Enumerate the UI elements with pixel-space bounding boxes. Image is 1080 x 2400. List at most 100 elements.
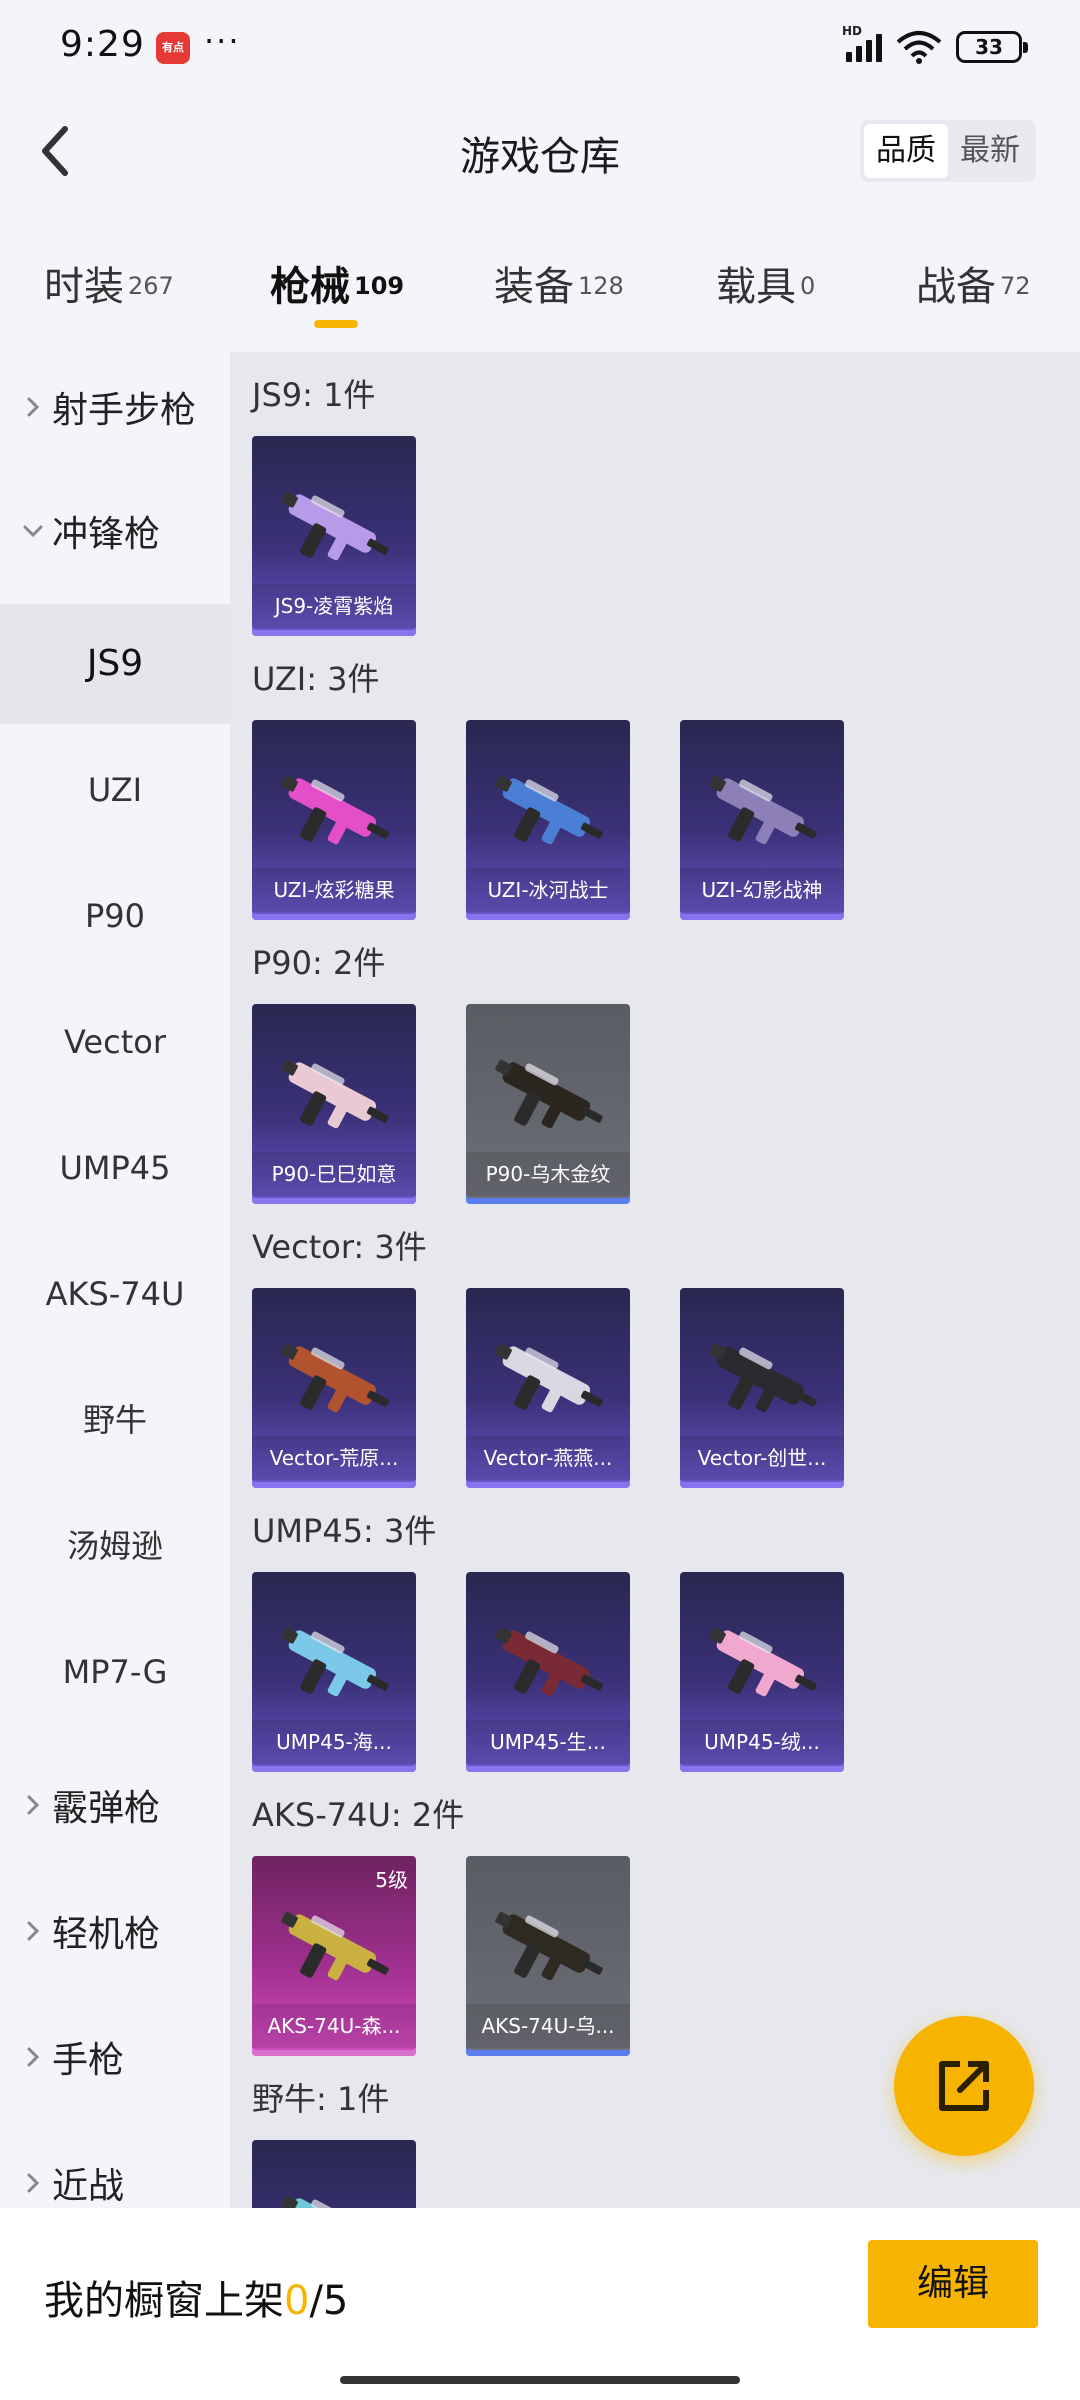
weapon-skin-icon [281, 2195, 377, 2208]
tab-label: 时装 [44, 264, 124, 310]
tab-label: 战备 [916, 264, 996, 310]
item-card[interactable]: 5级 AKS-74U-森... [252, 1856, 416, 2056]
tab-count: 128 [578, 271, 624, 300]
sidebar-item-mp7g[interactable]: MP7-G [0, 1612, 230, 1732]
sidebar-group-marksman-rifle[interactable]: 射手步枪 [0, 352, 230, 462]
tab-firearms[interactable]: 枪械 109 [270, 254, 404, 312]
item-card[interactable]: Vector-创世... [680, 1288, 844, 1488]
level-badge: 5级 [375, 1868, 408, 1892]
item-card[interactable]: UZI-炫彩糖果 [252, 720, 416, 920]
item-card[interactable]: Vector-荒原... [252, 1288, 416, 1488]
tab-equipment[interactable]: 装备 128 [494, 254, 624, 312]
sidebar-group-shotgun[interactable]: 霰弹枪 [0, 1750, 230, 1860]
section-title: Vector: 3件 [252, 1228, 427, 1266]
sidebar-item-uzi[interactable]: UZI [0, 730, 230, 850]
tab-fashion[interactable]: 时装 267 [44, 254, 174, 312]
sidebar-group-label: 冲锋枪 [52, 514, 161, 555]
item-name: Vector-燕燕... [466, 1436, 630, 1480]
sidebar-item-aks74u[interactable]: AKS-74U [0, 1234, 230, 1354]
tab-count: 267 [128, 271, 174, 300]
weapon-skin-icon [495, 775, 603, 845]
sort-by-quality-button[interactable]: 品质 [864, 124, 948, 178]
item-card[interactable]: AKS-74U-乌... [466, 1856, 630, 2056]
sidebar-group-label: 霰弹枪 [52, 1788, 161, 1829]
tab-count: 109 [354, 271, 405, 300]
item-card[interactable]: UMP45-生... [466, 1572, 630, 1772]
item-card[interactable]: UZI-冰河战士 [466, 720, 630, 920]
share-button[interactable] [894, 2016, 1034, 2156]
item-name: UZI-炫彩糖果 [252, 868, 416, 912]
tab-count: 0 [800, 271, 816, 300]
home-indicator[interactable] [340, 2376, 740, 2384]
weapon-skin-icon [495, 1343, 603, 1413]
sidebar-item-thompson[interactable]: 汤姆逊 [0, 1486, 230, 1606]
item-card[interactable]: UZI-幻影战神 [680, 720, 844, 920]
sort-by-newest-button[interactable]: 最新 [948, 124, 1032, 178]
item-name: UZI-冰河战士 [466, 868, 630, 912]
item-card[interactable]: P90-巳巳如意 [252, 1004, 416, 1204]
share-icon [939, 2061, 989, 2111]
item-name: AKS-74U-森... [252, 2004, 416, 2048]
item-card[interactable] [252, 2140, 416, 2208]
item-name: UMP45-生... [466, 1720, 630, 1764]
weapon-skin-icon [709, 1627, 817, 1697]
cellular-signal-icon: HD [842, 24, 882, 62]
weapon-skin-icon [281, 1343, 389, 1413]
active-tab-indicator [314, 320, 358, 328]
item-name: P90-乌木金纹 [466, 1152, 630, 1196]
item-name: UMP45-海... [252, 1720, 416, 1764]
sidebar-item-p90[interactable]: P90 [0, 856, 230, 976]
weapon-skin-icon [495, 1911, 603, 1981]
status-bar: 9:29 有点 ··· HD 33 [0, 0, 1080, 96]
sidebar-item-vector[interactable]: Vector [0, 982, 230, 1102]
item-name: UMP45-绒... [680, 1720, 844, 1764]
app-notification-icon: 有点 [156, 32, 190, 64]
weapon-skin-icon [281, 775, 389, 845]
weapon-skin-icon [281, 1911, 389, 1981]
header: 游戏仓库 品质 最新 [0, 96, 1080, 206]
tab-label: 装备 [494, 264, 574, 310]
chevron-right-icon [20, 2170, 46, 2196]
more-notifications-icon: ··· [204, 22, 241, 60]
item-name: JS9-凌霄紫焰 [252, 584, 416, 628]
showcase-current-count: 0 [284, 2278, 310, 2324]
sidebar-item-bizon[interactable]: 野牛 [0, 1360, 230, 1480]
tab-count: 72 [1000, 271, 1031, 300]
item-card[interactable]: JS9-凌霄紫焰 [252, 436, 416, 636]
sidebar-group-smg[interactable]: 冲锋枪 [0, 476, 230, 586]
item-card[interactable]: UMP45-海... [252, 1572, 416, 1772]
sidebar-group-lmg[interactable]: 轻机枪 [0, 1876, 230, 1986]
section-title: JS9: 1件 [252, 376, 376, 414]
item-name: AKS-74U-乌... [466, 2004, 630, 2048]
item-name: Vector-创世... [680, 1436, 844, 1480]
weapon-skin-icon [281, 1627, 389, 1697]
status-time: 9:29 [60, 24, 145, 65]
sidebar-group-pistol[interactable]: 手枪 [0, 2002, 230, 2112]
sort-toggle: 品质 最新 [860, 120, 1036, 182]
chevron-right-icon [20, 1918, 46, 1944]
sidebar-group-melee[interactable]: 近战 [0, 2128, 230, 2208]
showcase-total-count: /5 [309, 2278, 349, 2324]
sidebar-group-label: 射手步枪 [52, 390, 197, 431]
showcase-label: 我的橱窗上架 [44, 2278, 284, 2324]
sidebar-group-label: 近战 [52, 2166, 125, 2207]
sidebar-item-ump45[interactable]: UMP45 [0, 1108, 230, 1228]
weapon-skin-icon [495, 1627, 603, 1697]
category-tabs: 时装 267 枪械 109 装备 128 载具 0 战备 72 [0, 240, 1080, 340]
section-title: 野牛: 1件 [252, 2080, 390, 2118]
section-title: P90: 2件 [252, 944, 386, 982]
item-card[interactable]: UMP45-绒... [680, 1572, 844, 1772]
battery-icon: 33 [956, 31, 1028, 63]
tab-vehicles[interactable]: 载具 0 [716, 254, 815, 312]
section-title: UMP45: 3件 [252, 1512, 437, 1550]
weapon-skin-icon [495, 1059, 603, 1129]
weapon-skin-icon [281, 1059, 389, 1129]
sidebar-item-js9[interactable]: JS9 [0, 604, 230, 724]
showcase-status: 我的橱窗上架0/5 [44, 2268, 348, 2326]
edit-button[interactable]: 编辑 [868, 2240, 1038, 2328]
chevron-right-icon [20, 1792, 46, 1818]
tab-supplies[interactable]: 战备 72 [916, 254, 1031, 312]
section-title: AKS-74U: 2件 [252, 1796, 465, 1834]
item-card[interactable]: Vector-燕燕... [466, 1288, 630, 1488]
item-card[interactable]: P90-乌木金纹 [466, 1004, 630, 1204]
